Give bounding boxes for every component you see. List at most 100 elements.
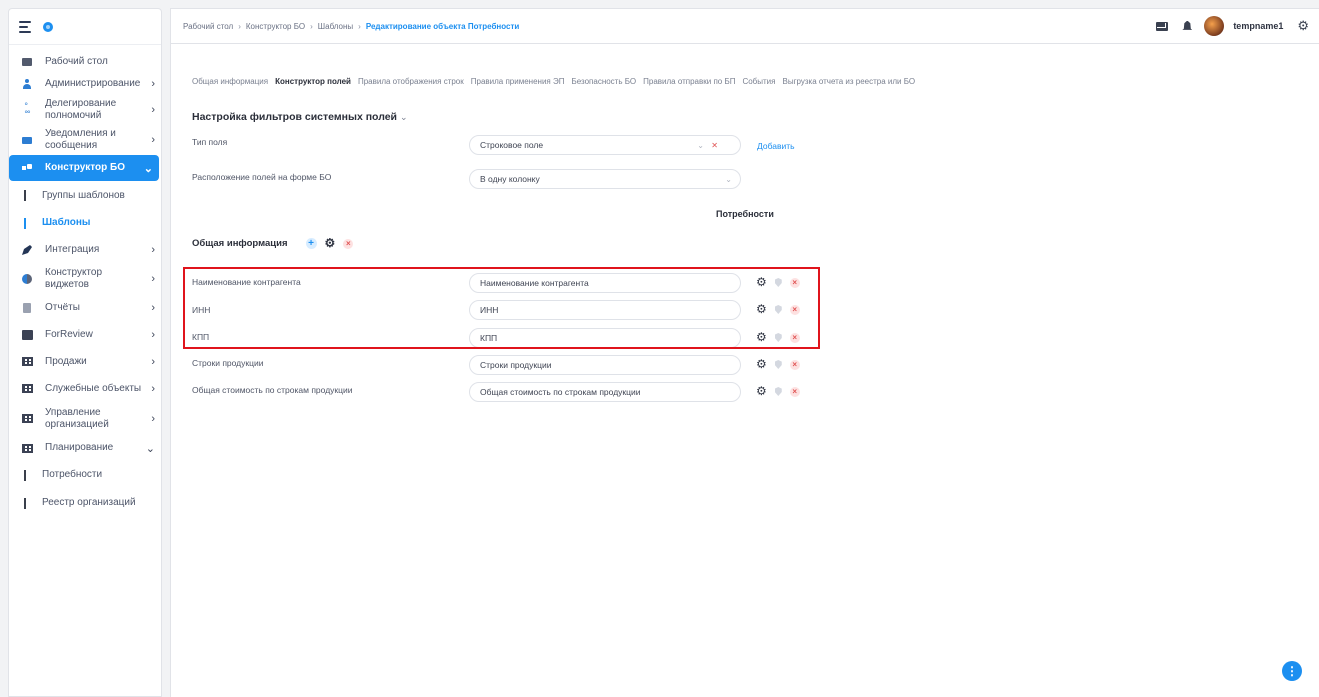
chevron-down-icon: ⌄ [145, 442, 155, 455]
sidebar-item-template-groups[interactable]: Группы шаблонов [9, 181, 161, 210]
delete-field-icon[interactable]: × [789, 304, 800, 315]
field-settings-gear-icon[interactable]: ⚙ [756, 276, 767, 288]
shield-icon[interactable] [774, 387, 782, 396]
field-input[interactable]: Строки продукции [469, 355, 741, 375]
sidebar-item-service-objects[interactable]: Служебные объекты › [9, 375, 161, 402]
delete-field-icon[interactable]: × [789, 359, 800, 370]
bell-icon[interactable] [1182, 20, 1193, 32]
settings-gear-icon[interactable]: ⚙ [1297, 19, 1309, 32]
tab-bp-send-rules[interactable]: Правила отправки по БП [643, 77, 735, 86]
clear-icon[interactable]: ✕ [711, 141, 718, 150]
delete-field-icon[interactable]: × [789, 277, 800, 288]
delete-field-icon[interactable]: × [789, 386, 800, 397]
sidebar-item-sales[interactable]: Продажи › [9, 348, 161, 375]
field-label: Строки продукции [192, 358, 264, 368]
sidebar-item-org-registry[interactable]: Реестр организаций [9, 489, 161, 517]
sidebar-item-notifications[interactable]: Уведомления и сообщения › [9, 125, 161, 155]
field-input-value: ИНН [480, 305, 499, 315]
avatar[interactable] [1204, 16, 1225, 36]
field-input[interactable]: ИНН [469, 300, 741, 320]
sidebar-item-reports[interactable]: Отчёты › [9, 294, 161, 321]
username[interactable]: tempname1 [1233, 21, 1283, 31]
field-label: ИНН [192, 305, 211, 315]
group-header: Общая информация + ⚙ × [192, 237, 354, 249]
shield-icon[interactable] [774, 305, 782, 314]
sidebar-item-label: Потребности [42, 469, 103, 480]
tab-field-constructor[interactable]: Конструктор полей [275, 77, 351, 86]
admin-icon [21, 78, 33, 90]
field-input-value: Строки продукции [480, 360, 552, 370]
add-field-icon[interactable]: + [305, 238, 317, 249]
menu-toggle-icon[interactable] [19, 20, 33, 33]
field-actions: ⚙ × [756, 276, 808, 288]
sidebar-item-needs[interactable]: Потребности [9, 461, 161, 489]
chevron-right-icon: › [151, 328, 155, 341]
sidebar-item-administration[interactable]: Администрирование › [9, 73, 161, 95]
sidebar-item-label: Планирование [45, 442, 114, 453]
reports-icon [21, 302, 33, 314]
group-title: Общая информация [192, 238, 288, 249]
tab-general-info[interactable]: Общая информация [192, 77, 268, 86]
chevron-right-icon: › [151, 382, 155, 395]
sidebar-item-label: Конструктор виджетов [45, 267, 103, 290]
breadcrumb-separator: › [358, 21, 361, 31]
field-type-label: Тип поля [192, 137, 228, 147]
field-label: Общая стоимость по строкам продукции [192, 385, 353, 395]
sidebar-item-widget-constructor[interactable]: Конструктор виджетов › [9, 264, 161, 294]
shield-icon[interactable] [774, 333, 782, 342]
field-input[interactable]: Наименование контрагента [469, 273, 741, 293]
sidebar-item-org-management[interactable]: Управление организацией › [9, 402, 161, 435]
sub-item-marker [24, 190, 26, 201]
breadcrumb-item-current: Редактирование объекта Потребности [365, 21, 520, 31]
sidebar-item-label: Администрирование [45, 78, 141, 89]
sidebar-item-forreview[interactable]: ForReview › [9, 321, 161, 348]
field-input-value: Общая стоимость по строкам продукции [480, 387, 641, 397]
field-actions: ⚙ × [756, 331, 808, 343]
tab-row-display-rules[interactable]: Правила отображения строк [358, 77, 464, 86]
breadcrumb: Рабочий стол › Конструктор БО › Шаблоны … [183, 22, 519, 31]
breadcrumb-item-desktop[interactable]: Рабочий стол [183, 22, 233, 31]
field-settings-gear-icon[interactable]: ⚙ [756, 385, 767, 397]
mail-icon[interactable] [1156, 21, 1169, 31]
field-settings-gear-icon[interactable]: ⚙ [756, 331, 767, 343]
chevron-right-icon: › [151, 273, 155, 285]
tab-events[interactable]: События [742, 77, 775, 86]
sidebar-item-label: Делегирование полномочий [45, 98, 117, 121]
breadcrumb-item-templates[interactable]: Шаблоны [318, 22, 353, 31]
sidebar-item-delegation[interactable]: ° °° Делегирование полномочий › [9, 95, 161, 125]
field-type-select[interactable]: Строковое поле ⌄ ✕ [469, 135, 741, 155]
field-input[interactable]: КПП [469, 328, 741, 348]
chevron-right-icon: › [151, 412, 155, 425]
sidebar-item-label: Уведомления и сообщения [45, 128, 116, 151]
tab-bo-security[interactable]: Безопасность БО [571, 77, 636, 86]
sidebar-item-label: Шаблоны [42, 217, 91, 228]
delegation-icon: ° °° [24, 101, 30, 119]
header-actions: tempname1 ⚙ [1142, 16, 1319, 36]
field-label: Наименование контрагента [192, 277, 301, 287]
sidebar-item-planning[interactable]: Планирование ⌄ [9, 435, 161, 461]
field-input[interactable]: Общая стоимость по строкам продукции [469, 382, 741, 402]
field-settings-gear-icon[interactable]: ⚙ [756, 358, 767, 370]
more-actions-button[interactable]: ⋮ [1282, 661, 1302, 681]
review-icon [21, 329, 33, 341]
sidebar-item-integration[interactable]: Интеграция › [9, 236, 161, 264]
tab-report-export[interactable]: Выгрузка отчета из реестра или БО [782, 77, 915, 86]
shield-icon[interactable] [774, 278, 782, 287]
shield-icon[interactable] [774, 360, 782, 369]
delete-field-icon[interactable]: × [789, 332, 800, 343]
delete-group-icon[interactable]: × [343, 238, 354, 249]
group-settings-gear-icon[interactable]: ⚙ [325, 237, 336, 249]
breadcrumb-item-bo-constructor[interactable]: Конструктор БО [246, 22, 305, 31]
sidebar-item-templates[interactable]: Шаблоны [9, 210, 161, 236]
add-button[interactable]: Добавить [757, 141, 795, 151]
sidebar-item-desktop[interactable]: Рабочий стол [9, 51, 161, 73]
sidebar-item-bo-constructor[interactable]: Конструктор БО ⌄ [9, 155, 159, 181]
logo-icon[interactable] [43, 21, 53, 32]
tab-signature-rules[interactable]: Правила применения ЭП [471, 77, 565, 86]
layout-select[interactable]: В одну колонку ⌄ [469, 169, 741, 189]
chevron-right-icon: › [151, 301, 155, 314]
field-settings-gear-icon[interactable]: ⚙ [756, 303, 767, 315]
field-actions: ⚙ × [756, 303, 808, 315]
filter-settings-title[interactable]: Настройка фильтров системных полей ⌄ [192, 111, 408, 123]
chevron-down-icon: ⌄ [143, 162, 153, 175]
